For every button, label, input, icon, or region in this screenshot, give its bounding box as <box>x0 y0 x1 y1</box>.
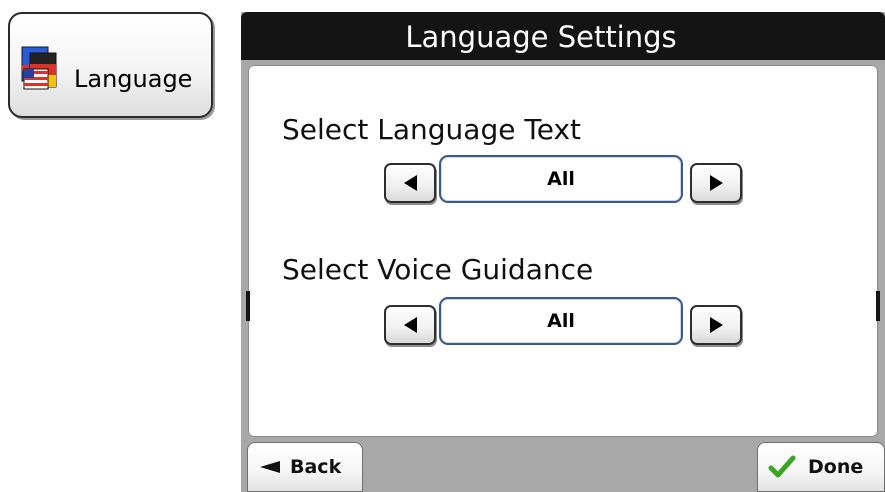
voice-guidance-next-button[interactable] <box>690 305 742 345</box>
panel-header: Language Settings <box>241 12 885 60</box>
done-button[interactable]: Done <box>757 442 885 492</box>
panel-edge-notch-left <box>246 291 250 321</box>
language-tile-button[interactable]: Language <box>8 12 213 118</box>
left-arrow-icon <box>403 317 417 333</box>
language-text-value[interactable]: All <box>439 155 683 203</box>
done-label: Done <box>808 456 864 478</box>
panel-edge-notch-right <box>876 291 880 321</box>
checkmark-icon <box>768 455 796 478</box>
voice-guidance-prev-button[interactable] <box>384 305 436 345</box>
page-title: Language Settings <box>405 20 677 54</box>
language-settings-panel: Language Settings Select Language Text A… <box>241 12 885 492</box>
settings-content: Select Language Text All Select Voice Gu… <box>246 65 880 437</box>
back-button[interactable]: Back <box>247 442 363 492</box>
right-arrow-icon <box>709 317 723 333</box>
voice-guidance-value[interactable]: All <box>439 297 683 345</box>
language-text-prev-button[interactable] <box>384 163 436 203</box>
back-label: Back <box>290 456 342 478</box>
language-flags-icon <box>21 46 57 90</box>
right-arrow-icon <box>709 175 723 191</box>
back-arrow-icon <box>260 461 280 473</box>
language-text-next-button[interactable] <box>690 163 742 203</box>
voice-guidance-label: Select Voice Guidance <box>282 253 594 286</box>
language-text-label: Select Language Text <box>282 113 581 146</box>
left-arrow-icon <box>403 175 417 191</box>
language-tile-label: Language <box>74 65 193 93</box>
bottom-bar: Back Done <box>241 440 885 492</box>
